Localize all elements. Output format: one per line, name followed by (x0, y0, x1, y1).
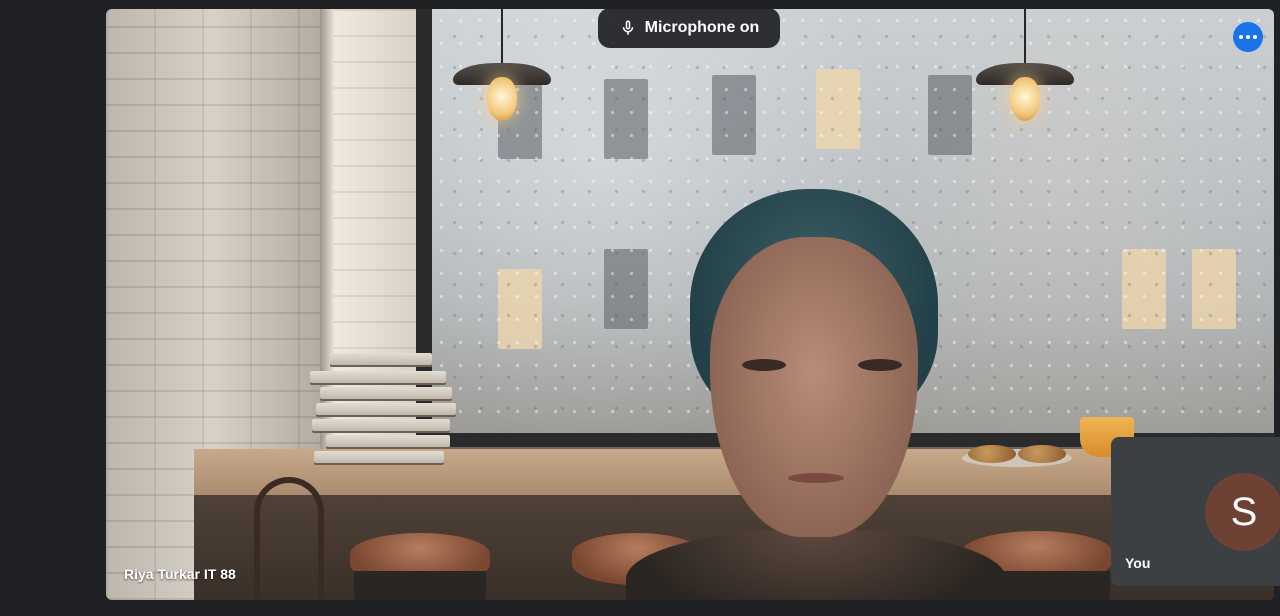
umbrella (254, 477, 324, 600)
book (316, 403, 456, 417)
meeting-stage: Microphone on Riya Turkar IT 88 S You (0, 0, 1280, 616)
book (310, 371, 446, 385)
lamp-bulb (1010, 77, 1040, 121)
book (314, 451, 444, 465)
microphone-status-label: Microphone on (644, 19, 760, 36)
microphone-status-pill: Microphone on (598, 8, 780, 48)
more-horiz-icon (1253, 35, 1257, 39)
lamp-bulb (487, 77, 517, 121)
self-view-tile[interactable]: S You (1111, 437, 1280, 586)
more-options-button[interactable] (1233, 22, 1263, 52)
book (330, 353, 432, 367)
microphone-icon (622, 20, 633, 35)
participant-name: Riya Turkar IT 88 (124, 566, 236, 582)
participant-face (710, 237, 918, 537)
cookie (968, 445, 1016, 463)
participant-mouth (788, 473, 844, 483)
cookie (1018, 445, 1066, 463)
more-horiz-icon (1246, 35, 1250, 39)
participant-eye (742, 359, 786, 371)
stool-base (354, 571, 486, 600)
lamp-cord (501, 9, 503, 65)
book (312, 419, 450, 433)
book (320, 387, 452, 401)
book (326, 435, 450, 449)
main-participant-video[interactable] (106, 9, 1274, 600)
participant-eye (858, 359, 902, 371)
more-horiz-icon (1239, 35, 1243, 39)
avatar: S (1205, 473, 1280, 551)
lamp-cord (1024, 9, 1026, 65)
self-view-label: You (1125, 555, 1151, 571)
